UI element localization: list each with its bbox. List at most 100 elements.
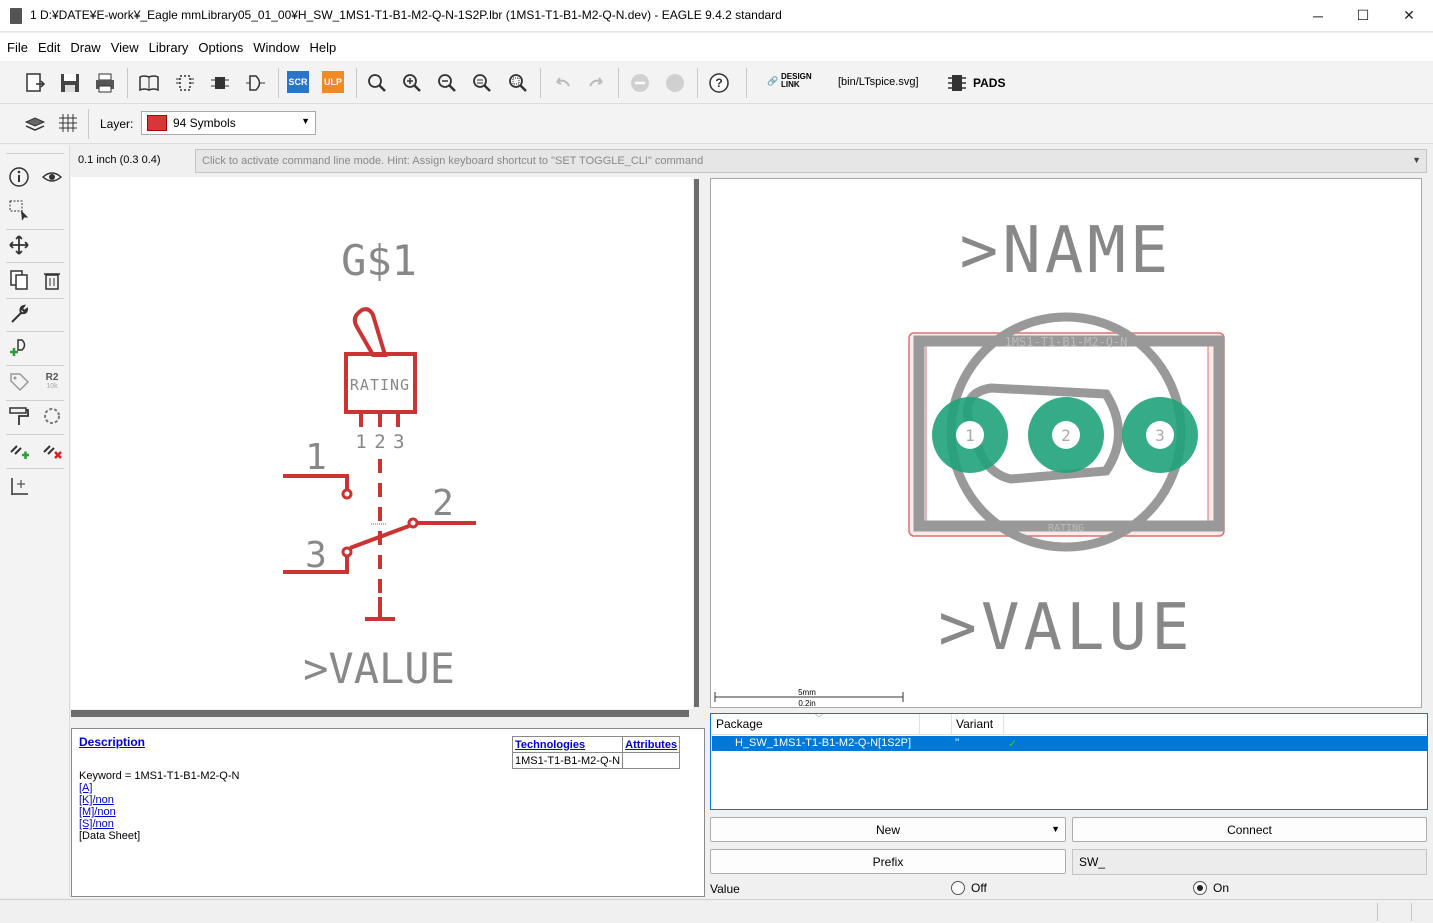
column-package[interactable]: Package (716, 717, 763, 731)
maximize-button[interactable]: ☐ (1340, 0, 1386, 31)
link-s[interactable]: [S]/non (79, 818, 114, 830)
zoom-select-icon[interactable] (505, 70, 531, 96)
menu-options[interactable]: Options (193, 40, 248, 55)
undo-icon[interactable] (549, 70, 575, 96)
top-pin-numbers: 1 2 3 (355, 431, 404, 453)
palette-separator (6, 298, 64, 299)
command-line[interactable]: Click to activate command line mode. Hin… (195, 149, 1427, 173)
redo-icon[interactable] (584, 70, 610, 96)
scale-mm-label: 5mm (798, 688, 816, 697)
chevron-down-icon[interactable]: ▼ (1412, 155, 1421, 165)
go-icon[interactable] (662, 70, 688, 96)
grid-icon[interactable] (55, 110, 81, 136)
add-part-icon[interactable] (6, 335, 32, 361)
open-icon[interactable] (22, 70, 48, 96)
status-separator (1411, 903, 1412, 921)
smash-icon[interactable] (39, 403, 65, 429)
ulp-button[interactable]: ULP (322, 71, 344, 93)
package-icon[interactable] (172, 70, 198, 96)
attribute-cell (622, 752, 681, 769)
toolbar-separator (278, 68, 279, 98)
disconnect-icon[interactable] (39, 437, 65, 463)
save-icon[interactable] (57, 70, 83, 96)
copy-icon[interactable] (6, 267, 32, 293)
stop-icon[interactable] (627, 70, 653, 96)
move-icon[interactable] (6, 232, 32, 258)
script-button[interactable]: SCR (287, 71, 309, 93)
minimize-button[interactable]: ─ (1295, 0, 1341, 31)
prefix-button[interactable]: Prefix (710, 849, 1066, 874)
symbol-icon[interactable] (207, 70, 233, 96)
menu-draw[interactable]: Draw (65, 40, 105, 55)
scrollbar-thumb[interactable] (694, 179, 699, 707)
print-icon[interactable] (92, 70, 118, 96)
symbol-editor-canvas[interactable]: G$1 RATING 1 2 3 1 2 3 >VALUE (71, 177, 693, 709)
menu-edit[interactable]: Edit (33, 40, 65, 55)
value-off-radio[interactable]: Off (951, 881, 987, 895)
wrench-icon[interactable] (6, 301, 32, 327)
link-icon: 🔗 (767, 76, 779, 86)
technologies-header[interactable]: Technologies (511, 736, 624, 753)
column-variant[interactable]: Variant (956, 717, 993, 731)
package-preview-canvas[interactable]: >NAME 1 2 3 1MS1-T1-B1-M2-Q-N RATING >VA… (710, 178, 1422, 708)
pads-button[interactable]: PADS (973, 76, 1005, 90)
link-k[interactable]: [K]/non (79, 794, 114, 806)
link-a[interactable]: [A] (79, 782, 92, 794)
zoom-fit-icon[interactable] (364, 70, 390, 96)
link-m[interactable]: [M]/non (79, 806, 116, 818)
value-icon[interactable]: R2 10k (39, 369, 65, 395)
pad-1: 1 (932, 397, 1008, 473)
help-icon[interactable]: ? (706, 70, 732, 96)
menu-library[interactable]: Library (144, 40, 194, 55)
menu-help[interactable]: Help (304, 40, 341, 55)
toolbar-separator (356, 68, 357, 98)
package-name-label: >NAME (960, 214, 1173, 288)
pads-chip-icon (944, 70, 970, 96)
package-variant-list[interactable]: Package ﹀ Variant H_SW_1MS1-T1-B1-M2-Q-N… (710, 713, 1428, 810)
palette-separator (6, 434, 64, 435)
connect-add-icon[interactable] (6, 437, 32, 463)
list-row-selected[interactable]: H_SW_1MS1-T1-B1-M2-Q-N[1S2P] '' ✓ (712, 736, 1427, 751)
library-book-icon[interactable] (136, 70, 162, 96)
menu-bar: File Edit Draw View Library Options Wind… (0, 33, 1433, 61)
package-silk-text: 1MS1-T1-B1-M2-Q-N (1005, 335, 1128, 349)
status-separator (1377, 903, 1378, 921)
dimension-icon[interactable] (6, 473, 32, 499)
technology-cell: 1MS1-T1-B1-M2-Q-N (511, 752, 624, 769)
zoom-in-icon[interactable] (399, 70, 425, 96)
new-button[interactable]: New ▼ (710, 817, 1066, 842)
palette-separator (6, 229, 64, 230)
design-link-button[interactable]: DESIGN LINK (781, 73, 812, 89)
connect-button[interactable]: Connect (1072, 817, 1427, 842)
show-eye-icon[interactable] (39, 164, 65, 190)
svg-text:3: 3 (1155, 426, 1165, 445)
layer-selected: 94 Symbols (173, 116, 236, 130)
menu-view[interactable]: View (106, 40, 144, 55)
device-icon[interactable] (242, 70, 268, 96)
description-panel: Description Technologies Attributes 1MS1… (71, 728, 705, 897)
change-paintbrush-icon[interactable] (6, 403, 32, 429)
ltspice-button[interactable]: [bin/LTspice.svg] (838, 76, 919, 88)
pin-1-label: 1 (305, 437, 327, 478)
zoom-redraw-icon[interactable] (469, 70, 495, 96)
tool-palette: R2 10k (0, 145, 70, 897)
info-icon[interactable] (6, 164, 32, 190)
description-link[interactable]: Description (79, 735, 145, 749)
name-tag-icon[interactable] (6, 369, 32, 395)
prefix-field[interactable]: SW_ (1072, 849, 1427, 875)
horizontal-scrollbar[interactable] (71, 710, 689, 717)
layers-icon[interactable] (22, 110, 48, 136)
delete-trash-icon[interactable] (39, 267, 65, 293)
menu-file[interactable]: File (2, 40, 33, 55)
close-button[interactable]: ✕ (1386, 0, 1432, 31)
status-bar (0, 899, 1433, 923)
menu-window[interactable]: Window (248, 40, 304, 55)
value-on-radio[interactable]: On (1193, 881, 1229, 895)
layer-dropdown[interactable]: 94 Symbols ▼ (141, 111, 316, 135)
app-icon (10, 8, 22, 24)
vertical-scrollbar[interactable] (693, 177, 701, 709)
group-select-icon[interactable] (6, 197, 32, 223)
svg-text:1: 1 (965, 426, 975, 445)
zoom-out-icon[interactable] (434, 70, 460, 96)
attributes-header[interactable]: Attributes (622, 736, 681, 753)
